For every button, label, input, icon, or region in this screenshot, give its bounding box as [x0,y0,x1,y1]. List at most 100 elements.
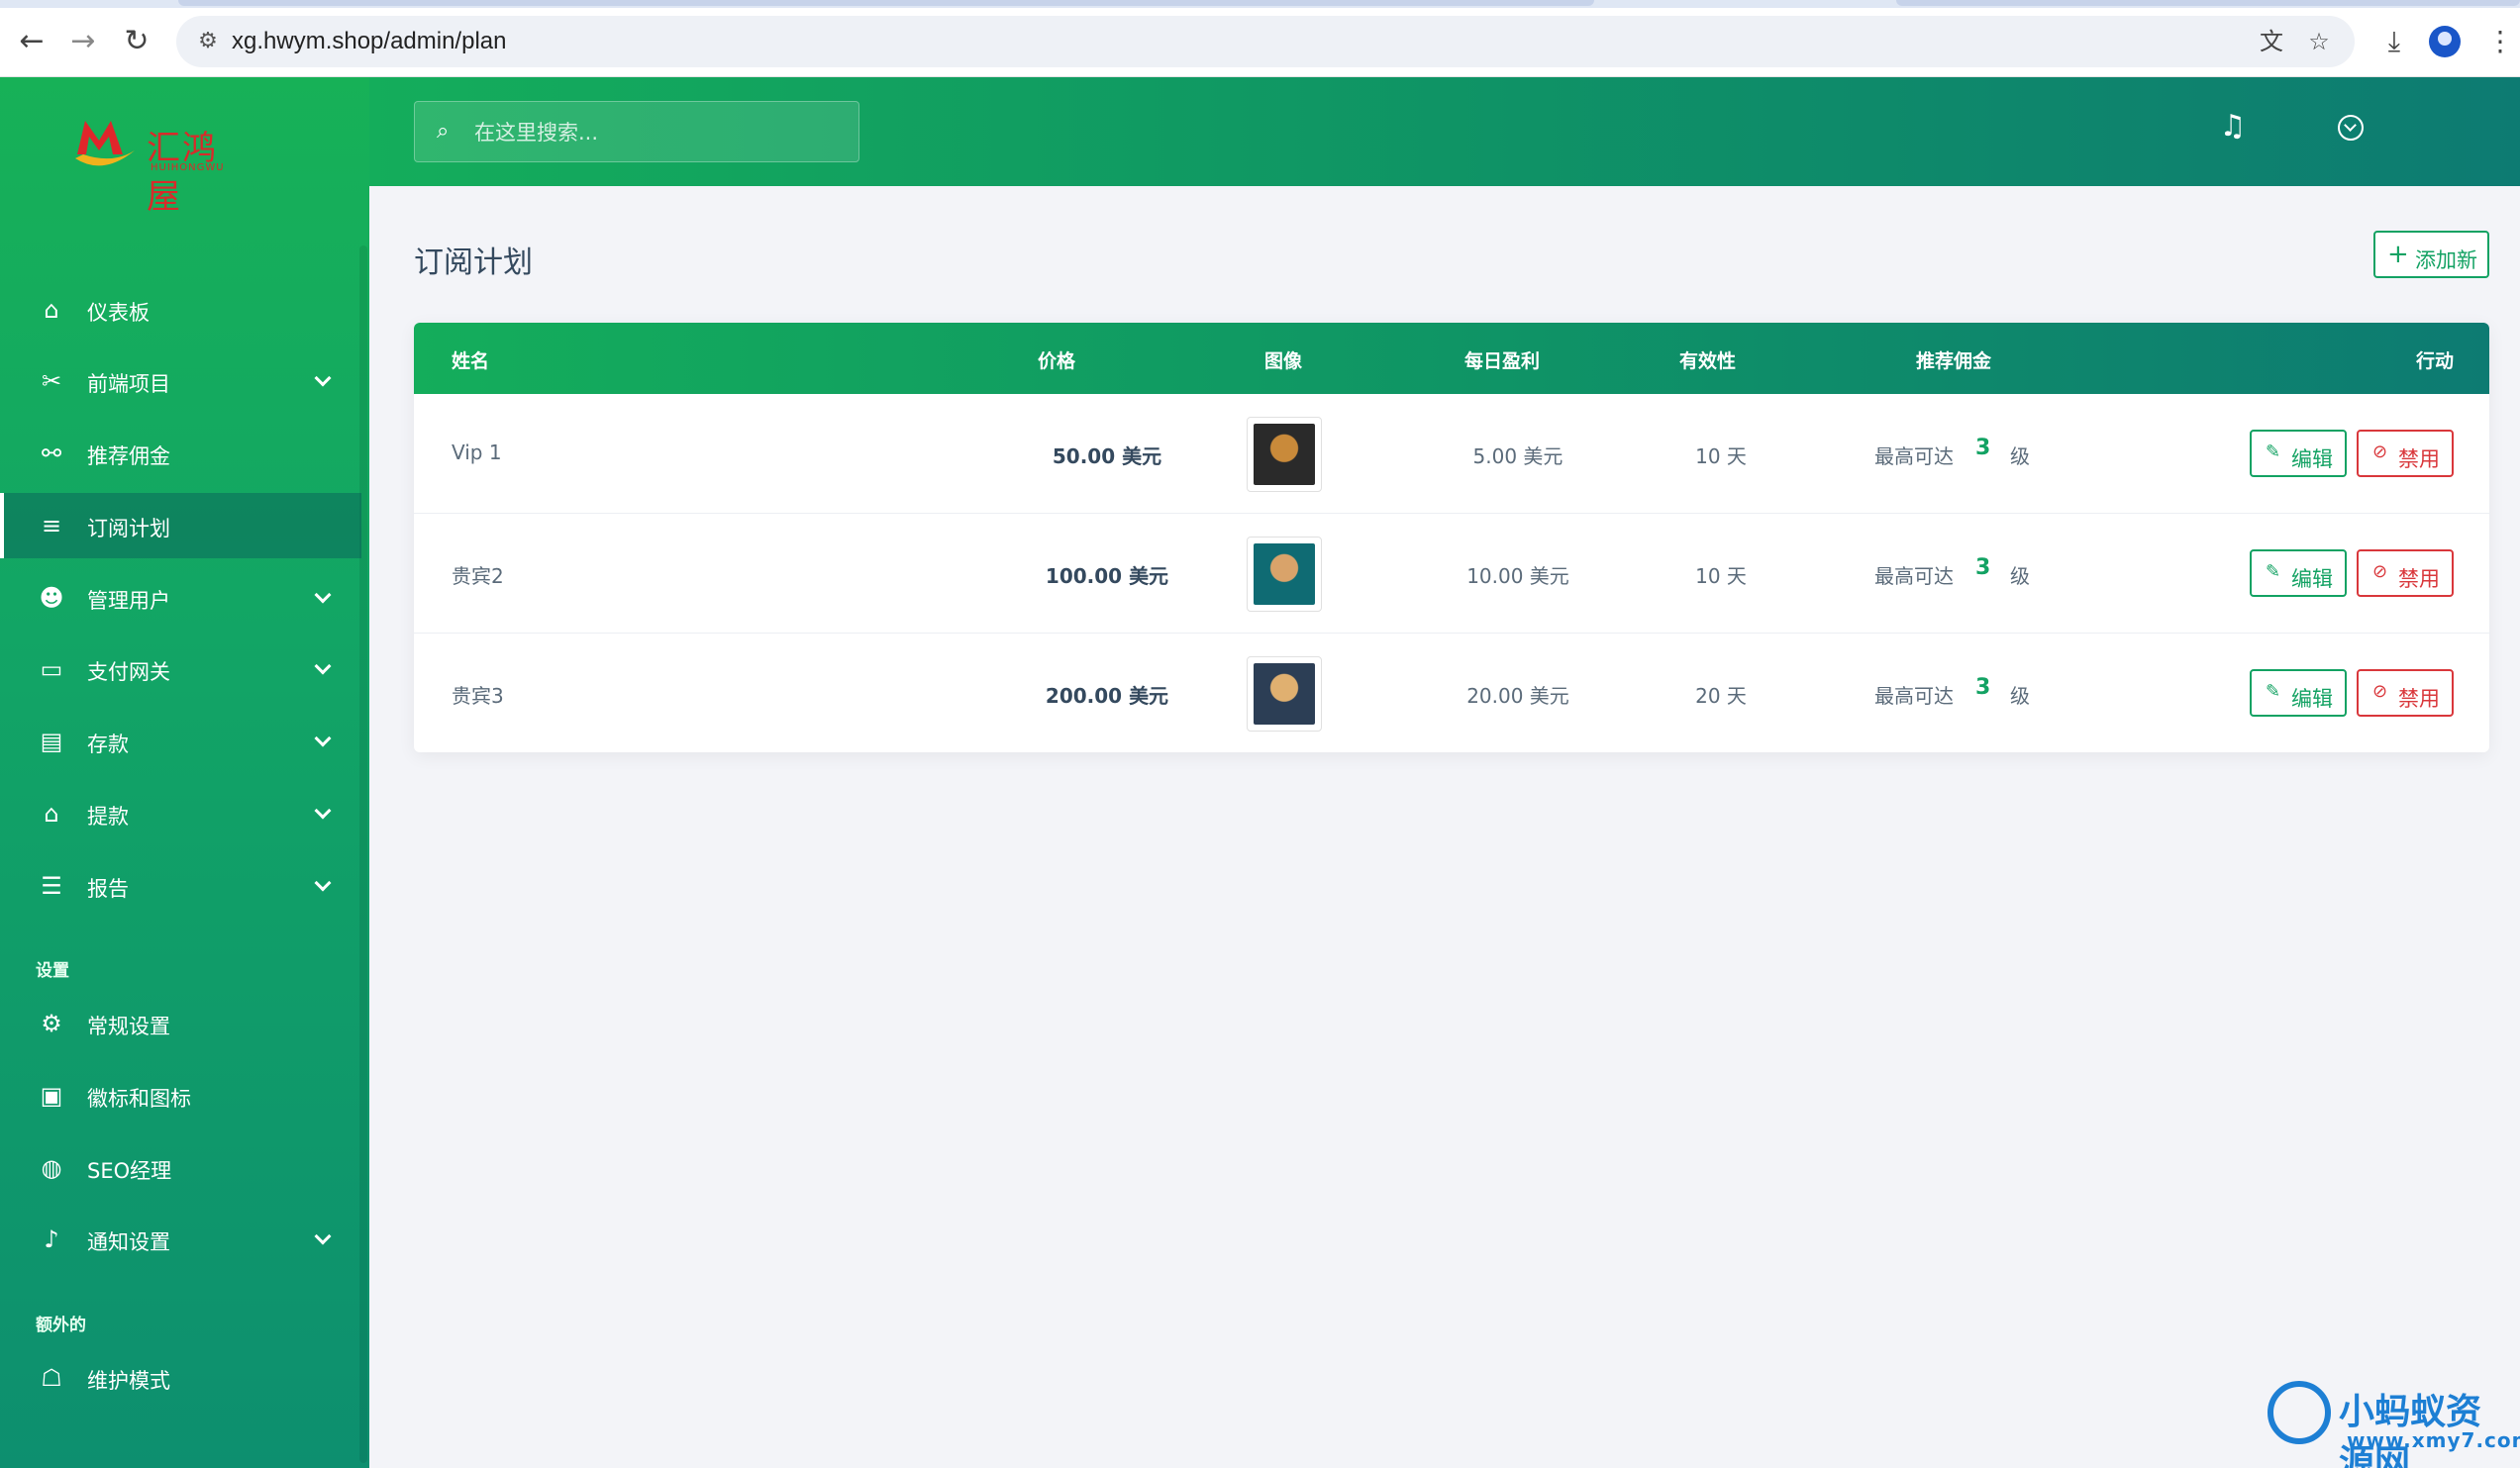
browser-tab[interactable] [178,0,1594,6]
plus-icon: + [2387,240,2409,269]
chevron-down-icon [312,731,334,752]
search-input[interactable] [474,116,841,149]
sidebar-item-seo[interactable]: ◍ SEO经理 [0,1135,361,1201]
commission-prefix: 最高可达 [1874,444,1954,468]
top-header: ⌕ ♫ [369,77,2520,186]
table-header: 姓名 价格 图像 每日盈利 有效性 推荐佣金 行动 [414,323,2489,394]
brand-logo[interactable]: 汇鸿屋 HUIHONGWU [73,115,242,217]
commission-suffix: 级 [2010,564,2030,588]
sidebar-item-label: SEO经理 [87,1159,172,1183]
sidebar-item-logo-icons[interactable]: ▣ 徽标和图标 [0,1063,361,1128]
plan-validity: 20 天 [1695,684,1747,708]
disable-button[interactable]: ⊘ 禁用 [2357,669,2454,717]
tools-icon: ✂ [41,367,62,395]
sidebar-item-frontend[interactable]: ✂ 前端项目 [0,348,361,414]
plan-price: 50.00 美元 [1052,444,1162,468]
add-new-button[interactable]: + 添加新 [2373,231,2489,278]
notification-bell-icon[interactable]: ♫ [2213,107,2253,147]
edit-button[interactable]: ✎ 编辑 [2250,549,2347,597]
profile-avatar[interactable] [2429,26,2461,57]
edit-button[interactable]: ✎ 编辑 [2250,669,2347,717]
sidebar-section-extra: 额外的 [36,1316,86,1335]
chevron-down-icon [312,658,334,680]
browser-menu-icon[interactable]: ⋮ [2480,22,2520,61]
sidebar-item-gateways[interactable]: ▭ 支付网关 [0,636,361,702]
browser-tab[interactable] [1896,0,2520,6]
col-header-action: 行动 [2416,350,2455,372]
gear-icon: ⚙ [41,1010,62,1037]
sidebar-item-referral[interactable]: ⚯ 推荐佣金 [0,421,361,486]
card-icon: ▭ [40,655,63,683]
search-box[interactable]: ⌕ [414,101,859,162]
commission-suffix: 级 [2010,684,2030,708]
globe-icon: ◍ [41,1154,62,1182]
col-header-name: 姓名 [452,350,490,372]
image-icon: ▣ [40,1082,63,1110]
sidebar-item-reports[interactable]: ☰ 报告 [0,853,361,919]
sidebar-item-label: 徽标和图标 [87,1087,191,1111]
plan-daily-profit: 5.00 美元 [1472,444,1563,468]
table-row: 贵宾3 200.00 美元 20.00 美元 20 天 最高可达 3 级 ✎ 编辑 ⊘ 禁用 [414,634,2489,753]
sidebar-item-notifications[interactable]: ♪ 通知设置 [0,1207,361,1272]
commission-level: 3 [1975,436,1991,460]
sidebar-item-label: 管理用户 [87,589,170,613]
chevron-down-icon [312,803,334,825]
sidebar-item-label: 报告 [87,877,129,901]
sidebar-item-label: 常规设置 [87,1015,170,1038]
invoice-icon: ▤ [40,728,63,755]
home-icon: ⌂ [44,296,59,324]
forward-button[interactable]: → [63,22,103,61]
link-icon: ⚯ [41,440,62,467]
commission-suffix: 级 [2010,444,2030,468]
watermark-title: 小蚂蚁资源网 [2339,1392,2482,1468]
disable-button[interactable]: ⊘ 禁用 [2357,549,2454,597]
plan-validity: 10 天 [1695,444,1747,468]
address-bar[interactable]: ⚙ xg.hwym.shop/admin/plan 文 ☆ [176,16,2355,67]
sidebar-item-withdrawals[interactable]: ⌂ 提款 [0,781,361,846]
col-header-price: 价格 [1038,350,1076,372]
sidebar-item-label: 提款 [87,805,129,829]
users-icon: ☻ [39,584,64,612]
sidebar-item-label: 仪表板 [87,301,150,325]
table-row: 贵宾2 100.00 美元 10.00 美元 10 天 最高可达 3 级 ✎ 编辑 ⊘ 禁用 [414,514,2489,634]
plan-image-picture [1254,543,1315,605]
sidebar-item-maintenance[interactable]: ☖ 维护模式 [0,1345,361,1411]
watermark-url: www.xmy7.com [2347,1428,2520,1452]
plan-image-picture [1254,663,1315,725]
search-icon: ⌕ [437,119,450,144]
commission-level: 3 [1975,555,1991,580]
sidebar-item-users[interactable]: ☻ 管理用户 [0,565,361,631]
logo-subtext: HUIHONGWU [151,162,225,173]
sidebar-item-general-settings[interactable]: ⚙ 常规设置 [0,991,361,1056]
chevron-down-icon [312,370,334,392]
url-text[interactable]: xg.hwym.shop/admin/plan [232,28,506,55]
edit-label: 编辑 [2291,567,2333,591]
reload-button[interactable]: ↻ [117,22,156,61]
plan-image [1247,537,1322,612]
sidebar-item-deposits[interactable]: ▤ 存款 [0,709,361,774]
disable-button[interactable]: ⊘ 禁用 [2357,430,2454,477]
sidebar-item-label: 推荐佣金 [87,444,170,468]
edit-button[interactable]: ✎ 编辑 [2250,430,2347,477]
col-header-commission: 推荐佣金 [1916,350,1992,372]
col-header-image: 图像 [1264,350,1303,372]
col-header-daily-profit: 每日盈利 [1464,350,1541,372]
sidebar-item-dashboard[interactable]: ⌂ 仪表板 [0,277,361,343]
translate-icon[interactable]: 文 [2256,26,2287,57]
download-icon[interactable]: ⤓ [2374,22,2414,61]
sidebar-item-plans[interactable]: ≡ 订阅计划 [0,493,361,558]
report-icon: ☰ [41,872,62,900]
disable-label: 禁用 [2398,687,2440,711]
chevron-down-icon [312,875,334,897]
watermark-logo-icon [2268,1381,2331,1444]
plan-price: 100.00 美元 [1045,564,1169,588]
sidebar-item-label: 订阅计划 [87,517,170,540]
user-dropdown-toggle[interactable] [2338,115,2364,141]
disable-label: 禁用 [2398,567,2440,591]
sidebar-item-label: 前端项目 [87,372,170,396]
site-settings-icon[interactable]: ⚙ [192,26,224,57]
plan-name: 贵宾2 [452,564,504,588]
bookmark-star-icon[interactable]: ☆ [2303,26,2335,57]
pencil-icon: ✎ [2266,441,2281,462]
back-button[interactable]: ← [12,22,51,61]
